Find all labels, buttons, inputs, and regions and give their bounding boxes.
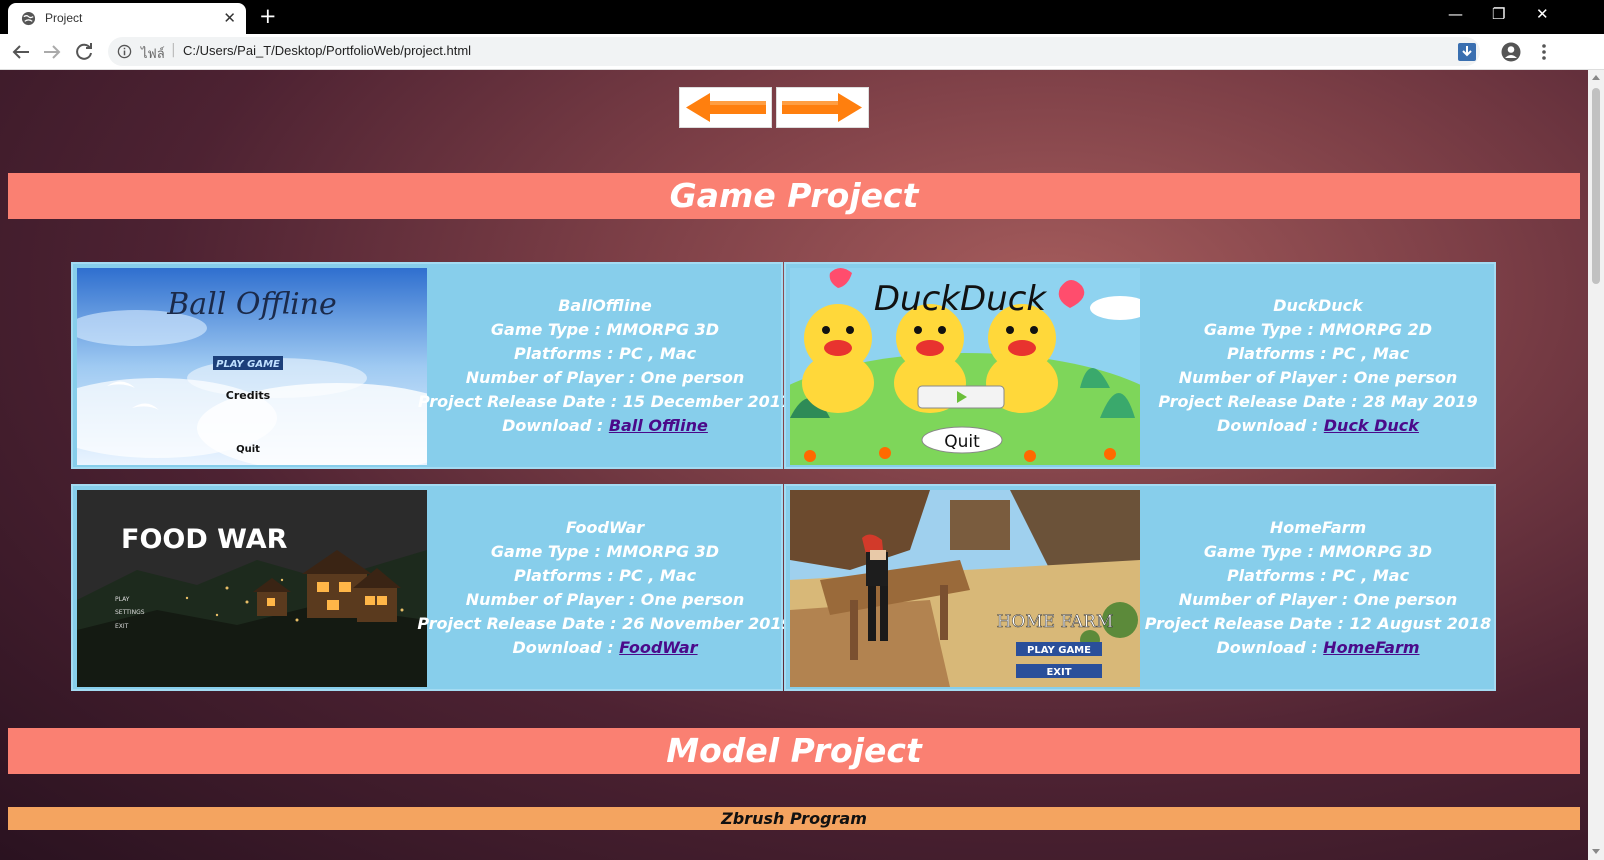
project-card: Ball Offline PLAY GAME Credits Quit Ball… (71, 262, 792, 469)
account-icon[interactable] (1500, 41, 1522, 63)
project-card: DuckDuck Quit DuckDuck Game Type : MMORP… (784, 262, 1496, 469)
project-name: FoodWar (565, 517, 645, 537)
duckduck-screenshot: DuckDuck Quit (790, 268, 1140, 465)
project-type: Game Type : MMORPG 3D (490, 541, 720, 561)
foodwar-menu-play: PLAY (115, 596, 130, 603)
download-prefix: Download : (512, 637, 620, 657)
ball-offline-quit: Quit (236, 444, 260, 455)
project-card: HOME FARM PLAY GAME EXIT HomeFarm Game T… (784, 484, 1496, 691)
new-tab-icon[interactable]: + (259, 4, 277, 28)
minimize-icon[interactable]: — (1448, 4, 1463, 24)
project-players: Number of Player : One person (1178, 367, 1458, 387)
page-scrollbar[interactable] (1588, 70, 1604, 860)
scheme-label: ไฟล์ (141, 46, 165, 61)
address-bar[interactable]: ไฟล์ | C:/Users/Pai_T/Desktop/PortfolioW… (108, 37, 1480, 66)
duckduck-title: DuckDuck (874, 279, 1048, 319)
project-card: FOOD WAR PLAY SETTINGS EXIT FoodWar Game… (71, 484, 793, 691)
project-download: Download : HomeFarm (1216, 636, 1419, 660)
download-link[interactable]: Duck Duck (1324, 416, 1419, 435)
download-icon[interactable] (1456, 41, 1478, 63)
project-info: FoodWar Game Type : MMORPG 3D Platforms … (417, 486, 792, 689)
project-type: Game Type : MMORPG 2D (1203, 319, 1433, 339)
project-type: Game Type : MMORPG 3D (1203, 541, 1433, 561)
project-platforms: Platforms : PC , Mac (513, 565, 697, 585)
browser-toolbar: ไฟล์ | C:/Users/Pai_T/Desktop/PortfolioW… (0, 34, 1604, 70)
project-platforms: Platforms : PC , Mac (1226, 565, 1410, 585)
next-page-button[interactable] (776, 87, 869, 128)
scroll-thumb[interactable] (1592, 88, 1600, 284)
project-players: Number of Player : One person (465, 367, 745, 387)
project-type: Game Type : MMORPG 3D (490, 319, 720, 339)
tab-strip: Project ✕ + — ❐ ✕ (0, 0, 1604, 34)
model-project-heading: Model Project (8, 728, 1580, 774)
project-platforms: Platforms : PC , Mac (1226, 343, 1410, 363)
download-prefix: Download : (502, 415, 609, 435)
globe-icon (21, 11, 36, 26)
project-release: Project Release Date : 12 August 2018 (1144, 613, 1492, 633)
scheme-separator: | (171, 42, 176, 58)
homefarm-screenshot: HOME FARM PLAY GAME EXIT (790, 490, 1140, 687)
foodwar-screenshot: FOOD WAR PLAY SETTINGS EXIT (77, 490, 427, 687)
ball-offline-credits: Credits (226, 389, 271, 402)
info-icon[interactable] (117, 44, 132, 59)
project-info: HomeFarm Game Type : MMORPG 3D Platforms… (1140, 486, 1496, 689)
download-link[interactable]: FoodWar (619, 638, 697, 657)
tab-title: Project (45, 11, 83, 25)
download-prefix: Download : (1217, 415, 1324, 435)
project-name: DuckDuck (1273, 295, 1363, 315)
project-info: DuckDuck Game Type : MMORPG 2D Platforms… (1140, 264, 1496, 467)
reload-icon[interactable] (72, 40, 96, 64)
project-release: Project Release Date : 15 December 2017 (418, 391, 792, 411)
download-prefix: Download : (1216, 637, 1324, 657)
homefarm-play: PLAY GAME (1027, 645, 1091, 656)
menu-icon[interactable] (1533, 41, 1555, 63)
project-players: Number of Player : One person (1178, 589, 1458, 609)
close-window-icon[interactable]: ✕ (1536, 4, 1549, 24)
duckduck-quit: Quit (944, 432, 980, 452)
project-release: Project Release Date : 28 May 2019 (1158, 391, 1478, 411)
restore-icon[interactable]: ❐ (1492, 4, 1505, 24)
project-info: BallOffline Game Type : MMORPG 3D Platfo… (418, 264, 792, 467)
right-arrow-icon (782, 93, 862, 122)
ball-offline-title: Ball Offline (166, 287, 337, 322)
project-name: HomeFarm (1269, 517, 1367, 537)
homefarm-exit: EXIT (1046, 667, 1071, 678)
zbrush-program-heading: Zbrush Program (8, 807, 1580, 830)
ball-offline-play: PLAY GAME (216, 359, 280, 370)
scroll-down-icon[interactable] (1592, 849, 1600, 854)
browser-tab[interactable]: Project ✕ (8, 3, 246, 34)
left-arrow-icon (686, 93, 766, 122)
game-project-heading: Game Project (8, 173, 1580, 219)
scroll-up-icon[interactable] (1592, 75, 1600, 80)
foodwar-title: FOOD WAR (121, 524, 288, 555)
ball-offline-screenshot: Ball Offline PLAY GAME Credits Quit (77, 268, 427, 465)
foodwar-menu-settings: SETTINGS (115, 609, 145, 616)
prev-page-button[interactable] (679, 87, 772, 128)
close-tab-icon[interactable]: ✕ (223, 9, 236, 27)
download-link[interactable]: HomeFarm (1323, 638, 1419, 657)
page-viewport: Game Project Ball Offline PLAY GAME Cred… (0, 70, 1588, 860)
project-platforms: Platforms : PC , Mac (513, 343, 697, 363)
project-name: BallOffline (558, 295, 652, 315)
homefarm-title: HOME FARM (997, 612, 1114, 632)
forward-icon[interactable] (40, 40, 64, 64)
back-icon[interactable] (9, 40, 33, 64)
project-download: Download : Duck Duck (1217, 414, 1419, 438)
download-link[interactable]: Ball Offline (609, 416, 708, 435)
project-download: Download : FoodWar (512, 636, 697, 660)
project-download: Download : Ball Offline (502, 414, 708, 438)
project-players: Number of Player : One person (465, 589, 745, 609)
foodwar-menu-exit: EXIT (115, 623, 129, 630)
url-text[interactable]: C:/Users/Pai_T/Desktop/PortfolioWeb/proj… (183, 43, 471, 58)
project-release: Project Release Date : 26 November 2019 (417, 613, 793, 633)
